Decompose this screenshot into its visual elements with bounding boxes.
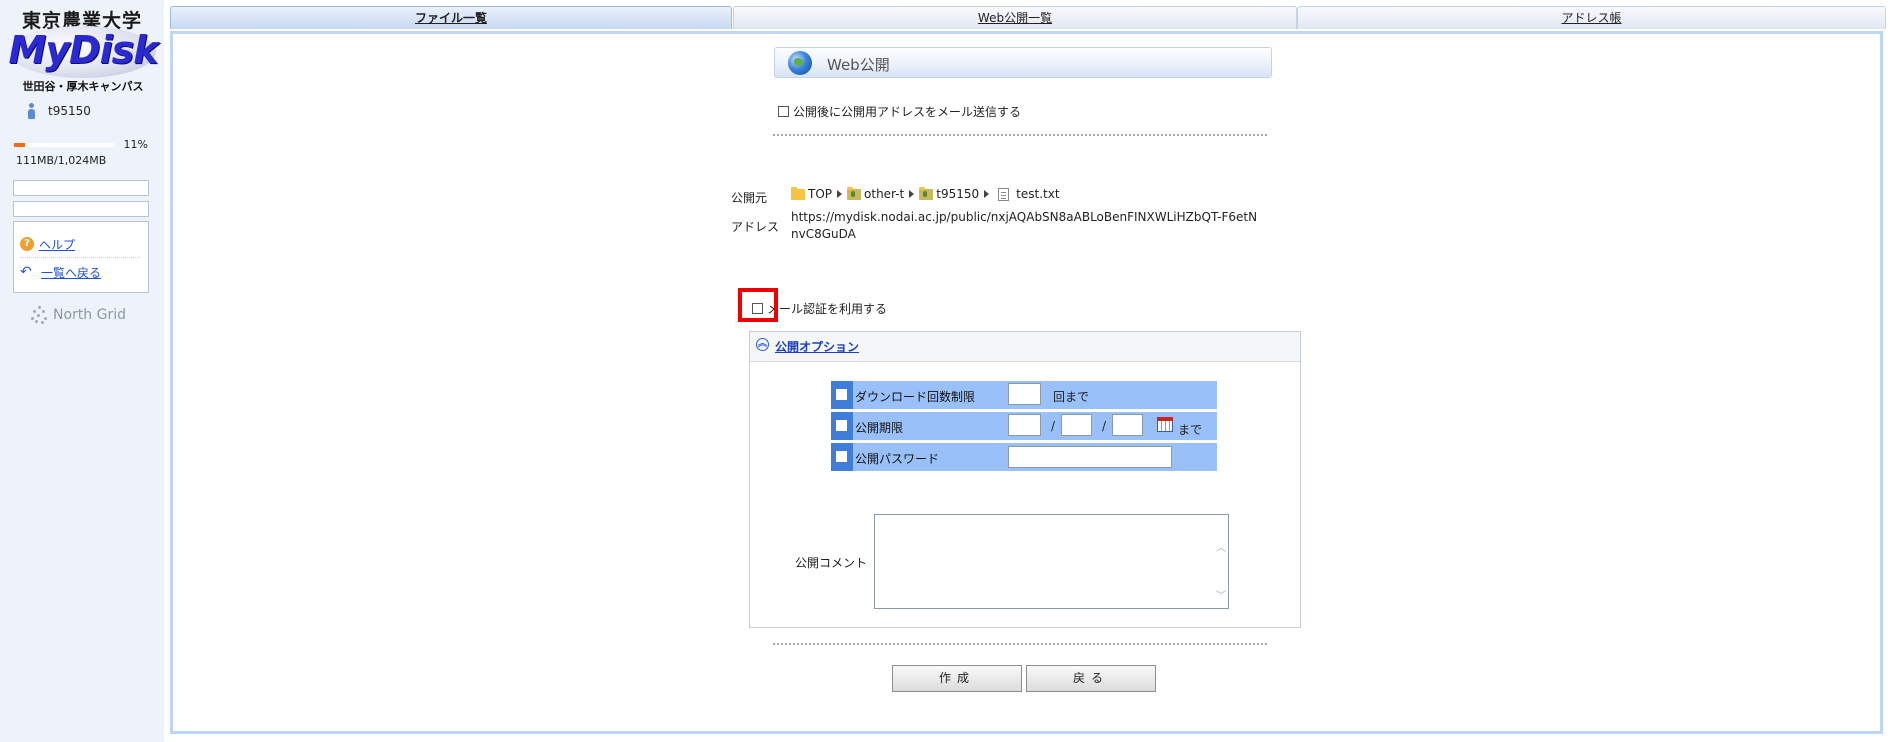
sidebar-separator: [20, 257, 140, 258]
north-grid-text: North Grid: [53, 307, 126, 323]
expiry-month-input[interactable]: [1061, 414, 1092, 436]
help-link[interactable]: ヘルプ: [39, 236, 75, 253]
highlight-box: [738, 288, 778, 322]
page-title: Web公開: [827, 56, 890, 74]
tab-address-book-label[interactable]: アドレス帳: [1561, 11, 1621, 25]
file-icon: [998, 187, 1010, 201]
breadcrumb-t95150: t95150: [936, 187, 980, 201]
download-limit-label: ダウンロード回数制限: [855, 390, 976, 404]
send-mail-label: 公開後に公開用アドレスをメール送信する: [793, 105, 1022, 119]
expiry-row: 公開期限 / / まで: [831, 412, 1217, 440]
folder-icon: [791, 186, 805, 200]
back-link-row[interactable]: ↶ 一覧へ戻る: [20, 262, 101, 282]
tab-web-public-list-label[interactable]: Web公開一覧: [978, 11, 1052, 25]
expiry-separator-2: /: [1102, 419, 1107, 433]
public-address: https://mydisk.nodai.ac.jp/public/nxjAQA…: [791, 210, 1258, 241]
sidebar: 東京農業大学 MyDisk 世田谷・厚木キャンパス t95150 11% 111…: [0, 0, 164, 742]
sidebar-input-2[interactable]: [13, 201, 149, 217]
expiry-year-input[interactable]: [1008, 414, 1041, 436]
download-limit-row: ダウンロード回数制限 回まで: [831, 381, 1217, 409]
sidebar-links: ? ヘルプ ↶ 一覧へ戻る: [13, 221, 149, 293]
download-limit-checkbox[interactable]: [836, 389, 847, 400]
quota-size: 111MB/1,024MB: [16, 154, 107, 167]
quota-percent: 11%: [123, 138, 148, 151]
back-to-list-link[interactable]: 一覧へ戻る: [41, 264, 101, 281]
help-link-row[interactable]: ? ヘルプ: [20, 234, 75, 254]
sidebar-input-1[interactable]: [13, 180, 149, 196]
download-limit-marker: [831, 381, 853, 409]
tab-file-list[interactable]: ファイル一覧: [170, 6, 732, 29]
divider-top: [773, 134, 1267, 136]
user-icon: [26, 103, 36, 119]
tab-file-list-label[interactable]: ファイル一覧: [415, 11, 487, 25]
username: t95150: [48, 104, 91, 118]
user-info: t95150: [26, 103, 91, 119]
public-options-link[interactable]: 公開オプション: [775, 338, 859, 355]
comment-label: 公開コメント: [795, 556, 868, 570]
mail-auth-label: メール認証を利用する: [767, 302, 888, 316]
breadcrumb: TOP other-t t95150 test.txt: [791, 186, 1060, 201]
breadcrumb-other-t: other-t: [864, 187, 905, 201]
north-grid-logo: North Grid: [30, 305, 126, 325]
breadcrumb-arrow-icon: [909, 190, 915, 198]
user-folder-icon: [919, 186, 934, 200]
north-grid-icon: [30, 305, 50, 325]
expiry-checkbox[interactable]: [836, 420, 847, 431]
breadcrumb-arrow-icon: [984, 190, 990, 198]
create-button[interactable]: 作成: [892, 665, 1022, 692]
breadcrumb-arrow-icon: [837, 190, 843, 198]
source-label: 公開元: [731, 191, 768, 205]
expiry-label: 公開期限: [855, 421, 904, 435]
divider-bottom: [773, 643, 1267, 645]
send-mail-checkbox[interactable]: [778, 106, 789, 117]
send-mail-option[interactable]: 公開後に公開用アドレスをメール送信する: [778, 103, 1021, 120]
password-label: 公開パスワード: [855, 452, 940, 466]
comment-textarea[interactable]: ︿ ﹀: [874, 514, 1229, 609]
password-checkbox[interactable]: [836, 451, 847, 462]
public-options-header[interactable]: ︽ 公開オプション: [750, 332, 1300, 362]
calendar-icon[interactable]: [1157, 417, 1173, 432]
quota-fill: [14, 143, 25, 147]
breadcrumb-file: test.txt: [1016, 187, 1060, 201]
globe-icon: [788, 51, 812, 75]
expiry-marker: [831, 412, 853, 440]
collapse-icon[interactable]: ︽: [756, 338, 769, 351]
logo-campus: 世田谷・厚木キャンパス: [22, 80, 144, 93]
expiry-separator-1: /: [1051, 419, 1056, 433]
quota-bar: [14, 143, 114, 147]
download-limit-suffix: 回まで: [1053, 390, 1090, 404]
mydisk-logo: 東京農業大学 MyDisk 世田谷・厚木キャンパス: [4, 4, 158, 94]
password-marker: [831, 443, 853, 471]
breadcrumb-top: TOP: [808, 187, 833, 201]
expiry-suffix: まで: [1178, 423, 1203, 437]
logo-title: MyDisk: [8, 28, 158, 72]
scrollbar[interactable]: ︿ ﹀: [1216, 525, 1226, 621]
back-button[interactable]: 戻る: [1026, 665, 1156, 692]
tab-web-public-list[interactable]: Web公開一覧: [733, 6, 1297, 29]
expiry-day-input[interactable]: [1112, 414, 1143, 436]
tab-address-book[interactable]: アドレス帳: [1297, 6, 1886, 29]
back-arrow-icon: ↶: [20, 264, 32, 280]
user-folder-icon: [847, 186, 862, 200]
address-label: アドレス: [731, 220, 780, 234]
password-input[interactable]: [1008, 446, 1172, 468]
password-row: 公開パスワード: [831, 443, 1217, 471]
tab-bar: ファイル一覧 Web公開一覧 アドレス帳: [170, 6, 1888, 31]
help-icon: ?: [20, 237, 34, 251]
page-title-bar: Web公開: [774, 47, 1272, 78]
download-limit-input[interactable]: [1008, 383, 1041, 405]
